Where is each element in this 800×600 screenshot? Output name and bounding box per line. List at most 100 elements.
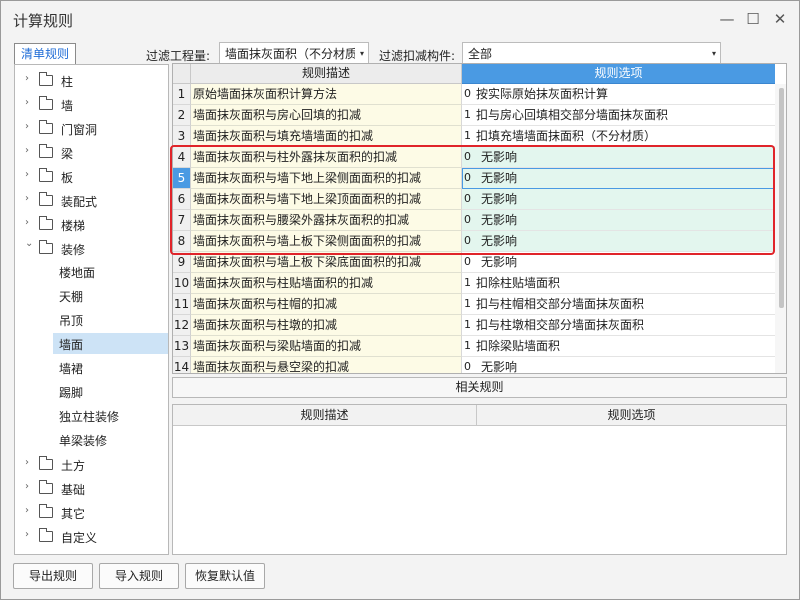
column-header-description[interactable]: 规则描述 bbox=[191, 64, 462, 84]
tree-item-skirting[interactable]: 踢脚 bbox=[15, 381, 168, 402]
row-number[interactable]: 3 bbox=[173, 126, 191, 147]
rule-description-cell[interactable]: 墙面抹灰面积与柱帽的扣减 bbox=[191, 294, 462, 315]
row-number[interactable]: 6 bbox=[173, 189, 191, 210]
rule-description-cell[interactable]: 墙面抹灰面积与梁贴墙面的扣减 bbox=[191, 336, 462, 357]
tree-item-beam[interactable]: › 梁 bbox=[15, 141, 168, 163]
table-row[interactable]: 3 墙面抹灰面积与填充墙墙面的扣减 1 扣填充墙墙面抹面积（不分材质） bbox=[173, 126, 775, 147]
rule-description-cell[interactable]: 墙面抹灰面积与腰梁外露抹灰面积的扣减 bbox=[191, 210, 462, 231]
collapse-arrow-icon[interactable]: ⌄ bbox=[25, 238, 37, 249]
rule-option-cell[interactable]: 1 扣填充墙墙面抹面积（不分材质） bbox=[462, 126, 775, 147]
tree-item-custom[interactable]: › 自定义 bbox=[15, 525, 168, 547]
tree-item-wall-surface[interactable]: 墙面 bbox=[53, 333, 168, 354]
tree-item-column[interactable]: › 柱 bbox=[15, 69, 168, 91]
rule-option-cell[interactable]: 0 无影响 bbox=[462, 231, 775, 252]
rule-description-cell[interactable]: 墙面抹灰面积与柱外露抹灰面积的扣减 bbox=[191, 147, 462, 168]
expand-arrow-icon[interactable]: › bbox=[25, 505, 37, 516]
rule-option-cell[interactable]: 0 无影响 bbox=[462, 189, 775, 210]
tab-list-rules[interactable]: 清单规则 bbox=[14, 43, 76, 65]
expand-arrow-icon[interactable]: › bbox=[25, 145, 37, 156]
table-row[interactable]: 11 墙面抹灰面积与柱帽的扣减 1 扣与柱帽相交部分墙面抹灰面积 bbox=[173, 294, 775, 315]
row-number[interactable]: 1 bbox=[173, 84, 191, 105]
rule-description-cell[interactable]: 墙面抹灰面积与墙下地上梁顶面面积的扣减 bbox=[191, 189, 462, 210]
tree-item-slab[interactable]: › 板 bbox=[15, 165, 168, 187]
table-row[interactable]: 7 墙面抹灰面积与腰梁外露抹灰面积的扣减 0 无影响 bbox=[173, 210, 775, 231]
rule-option-cell[interactable]: 1 扣与柱帽相交部分墙面抹灰面积 bbox=[462, 294, 775, 315]
vertical-scrollbar[interactable] bbox=[775, 84, 786, 373]
table-row[interactable]: 4 墙面抹灰面积与柱外露抹灰面积的扣减 0 无影响 bbox=[173, 147, 775, 168]
import-rules-button[interactable]: 导入规则 bbox=[99, 563, 179, 589]
expand-arrow-icon[interactable]: › bbox=[25, 481, 37, 492]
rule-description-cell[interactable]: 墙面抹灰面积与墙下地上梁侧面面积的扣减 bbox=[191, 168, 462, 189]
rule-option-cell[interactable]: 0 按实际原始抹灰面积计算 bbox=[462, 84, 775, 105]
minimize-button[interactable]: — bbox=[715, 7, 739, 31]
rule-description-cell[interactable]: 墙面抹灰面积与房心回填的扣减 bbox=[191, 105, 462, 126]
rule-option-cell[interactable]: 1 扣除柱贴墙面积 bbox=[462, 273, 775, 294]
row-number[interactable]: 12 bbox=[173, 315, 191, 336]
rule-option-cell[interactable]: 1 扣与房心回填相交部分墙面抹灰面积 bbox=[462, 105, 775, 126]
rule-option-cell[interactable]: 0 无影响 bbox=[462, 210, 775, 231]
expand-arrow-icon[interactable]: › bbox=[25, 217, 37, 228]
table-row[interactable]: 9 墙面抹灰面积与墙上板下梁底面面积的扣减 0 无影响 bbox=[173, 252, 775, 273]
table-row[interactable]: 10 墙面抹灰面积与柱贴墙面积的扣减 1 扣除柱贴墙面积 bbox=[173, 273, 775, 294]
row-number[interactable]: 4 bbox=[173, 147, 191, 168]
tree-item-earthwork[interactable]: › 土方 bbox=[15, 453, 168, 475]
tree-item-door-window[interactable]: › 门窗洞 bbox=[15, 117, 168, 139]
scrollbar-thumb[interactable] bbox=[779, 88, 784, 308]
export-rules-button[interactable]: 导出规则 bbox=[13, 563, 93, 589]
expand-arrow-icon[interactable]: › bbox=[25, 97, 37, 108]
rule-description-cell[interactable]: 墙面抹灰面积与填充墙墙面的扣减 bbox=[191, 126, 462, 147]
table-row[interactable]: 1 原始墙面抹灰面积计算方法 0 按实际原始抹灰面积计算 bbox=[173, 84, 775, 105]
related-column-header-option[interactable]: 规则选项 bbox=[477, 405, 786, 426]
rule-description-cell[interactable]: 墙面抹灰面积与柱墩的扣减 bbox=[191, 315, 462, 336]
table-row[interactable]: 13 墙面抹灰面积与梁贴墙面的扣减 1 扣除梁贴墙面积 bbox=[173, 336, 775, 357]
rule-option-cell[interactable]: 1 扣与柱墩相交部分墙面抹灰面积 bbox=[462, 315, 775, 336]
tree-item-stairs[interactable]: › 楼梯 bbox=[15, 213, 168, 235]
tree-item-dado[interactable]: 墙裙 bbox=[15, 357, 168, 378]
expand-arrow-icon[interactable]: › bbox=[25, 73, 37, 84]
row-number[interactable]: 5 bbox=[173, 168, 191, 189]
expand-arrow-icon[interactable]: › bbox=[25, 169, 37, 180]
tree-item-column-finish[interactable]: 独立柱装修 bbox=[15, 405, 168, 426]
maximize-button[interactable]: ☐ bbox=[741, 7, 765, 31]
restore-defaults-button[interactable]: 恢复默认值 bbox=[185, 563, 265, 589]
tree-item-beam-finish[interactable]: 单梁装修 bbox=[15, 429, 168, 450]
tree-item-foundation[interactable]: › 基础 bbox=[15, 477, 168, 499]
row-number[interactable]: 10 bbox=[173, 273, 191, 294]
row-number[interactable]: 14 bbox=[173, 357, 191, 373]
row-number[interactable]: 2 bbox=[173, 105, 191, 126]
row-number[interactable]: 8 bbox=[173, 231, 191, 252]
rule-description-cell[interactable]: 原始墙面抹灰面积计算方法 bbox=[191, 84, 462, 105]
close-button[interactable]: ✕ bbox=[768, 7, 792, 31]
table-row[interactable]: 8 墙面抹灰面积与墙上板下梁侧面面积的扣减 0 无影响 bbox=[173, 231, 775, 252]
expand-arrow-icon[interactable]: › bbox=[25, 121, 37, 132]
tree-item-other[interactable]: › 其它 bbox=[15, 501, 168, 523]
tree-item-floor-surface[interactable]: 楼地面 bbox=[15, 261, 168, 282]
row-number[interactable]: 9 bbox=[173, 252, 191, 273]
row-number[interactable]: 13 bbox=[173, 336, 191, 357]
table-row[interactable]: 6 墙面抹灰面积与墙下地上梁顶面面积的扣减 0 无影响 bbox=[173, 189, 775, 210]
tree-item-ceiling[interactable]: 天棚 bbox=[15, 285, 168, 306]
rule-option-cell[interactable]: 0 无影响 bbox=[462, 252, 775, 273]
rule-description-cell[interactable]: 墙面抹灰面积与柱贴墙面积的扣减 bbox=[191, 273, 462, 294]
expand-arrow-icon[interactable]: › bbox=[25, 457, 37, 468]
table-row[interactable]: 14 墙面抹灰面积与悬空梁的扣减 0 无影响 bbox=[173, 357, 775, 373]
tree-item-suspended-ceiling[interactable]: 吊顶 bbox=[15, 309, 168, 330]
rule-description-cell[interactable]: 墙面抹灰面积与墙上板下梁底面面积的扣减 bbox=[191, 252, 462, 273]
rule-description-cell[interactable]: 墙面抹灰面积与悬空梁的扣减 bbox=[191, 357, 462, 373]
expand-arrow-icon[interactable]: › bbox=[25, 193, 37, 204]
tree-item-decoration[interactable]: ⌄ 装修 bbox=[15, 237, 168, 259]
row-number[interactable]: 11 bbox=[173, 294, 191, 315]
related-column-header-description[interactable]: 规则描述 bbox=[173, 405, 477, 426]
rule-option-cell[interactable]: 0 无影响 bbox=[462, 168, 775, 189]
expand-arrow-icon[interactable]: › bbox=[25, 529, 37, 540]
row-number[interactable]: 7 bbox=[173, 210, 191, 231]
rule-option-cell[interactable]: 1 扣除梁贴墙面积 bbox=[462, 336, 775, 357]
rule-description-cell[interactable]: 墙面抹灰面积与墙上板下梁侧面面积的扣减 bbox=[191, 231, 462, 252]
rule-option-cell[interactable]: 0 无影响 bbox=[462, 147, 775, 168]
rule-option-cell[interactable]: 0 无影响 bbox=[462, 357, 775, 373]
tree-item-prefab[interactable]: › 装配式 bbox=[15, 189, 168, 211]
table-row[interactable]: 12 墙面抹灰面积与柱墩的扣减 1 扣与柱墩相交部分墙面抹灰面积 bbox=[173, 315, 775, 336]
tree-item-wall[interactable]: › 墙 bbox=[15, 93, 168, 115]
table-row[interactable]: 5 墙面抹灰面积与墙下地上梁侧面面积的扣减 0 无影响 bbox=[173, 168, 775, 189]
column-header-option[interactable]: 规则选项 bbox=[462, 64, 775, 84]
